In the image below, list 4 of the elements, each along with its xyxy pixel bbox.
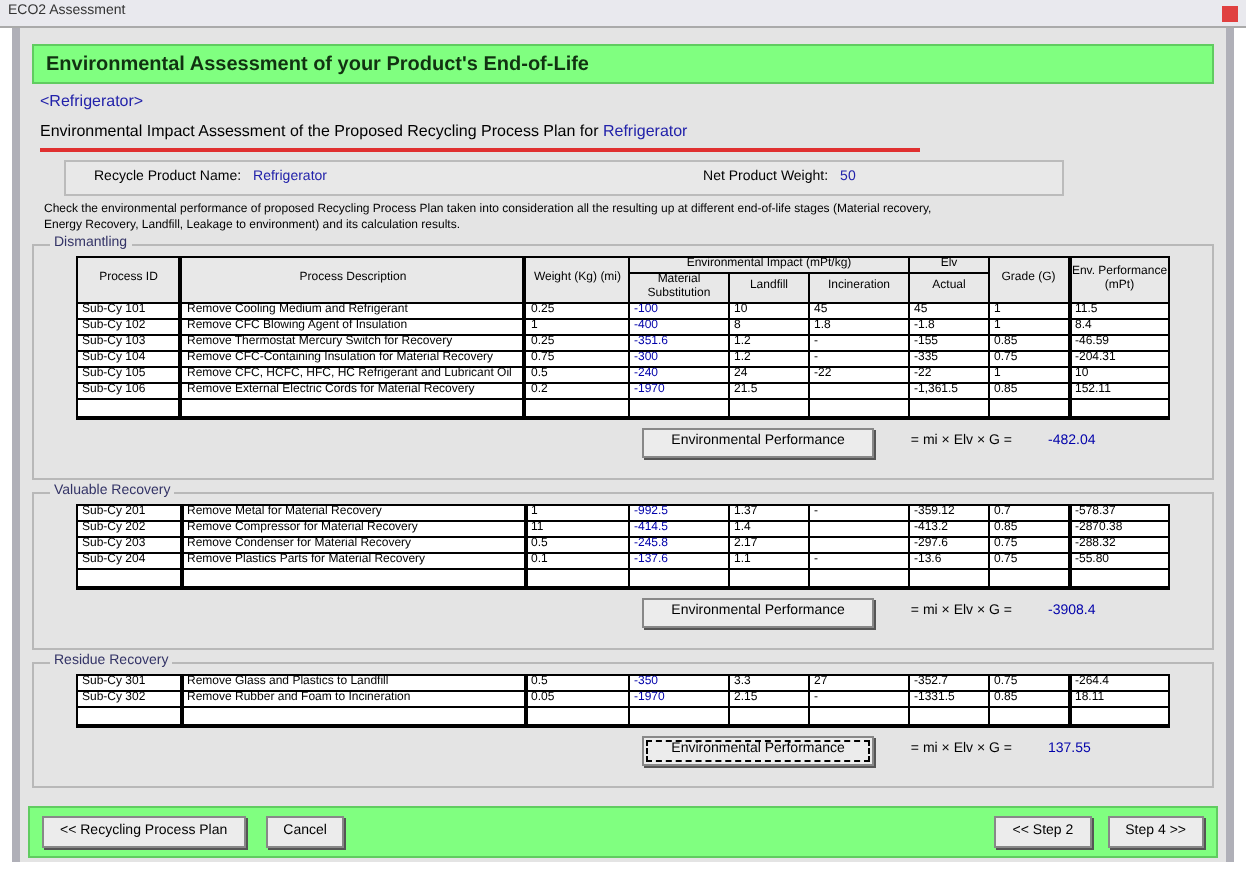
page-header: Environmental Assessment of your Product's End-of-Life <box>46 51 589 79</box>
subtitle: Environmental Impact Assessment of the Proposed Recycling Process Plan for Refrigerator <box>40 120 920 152</box>
close-icon[interactable] <box>1222 5 1238 21</box>
breadcrumb-link[interactable]: <Refrigerator> <box>40 92 144 110</box>
